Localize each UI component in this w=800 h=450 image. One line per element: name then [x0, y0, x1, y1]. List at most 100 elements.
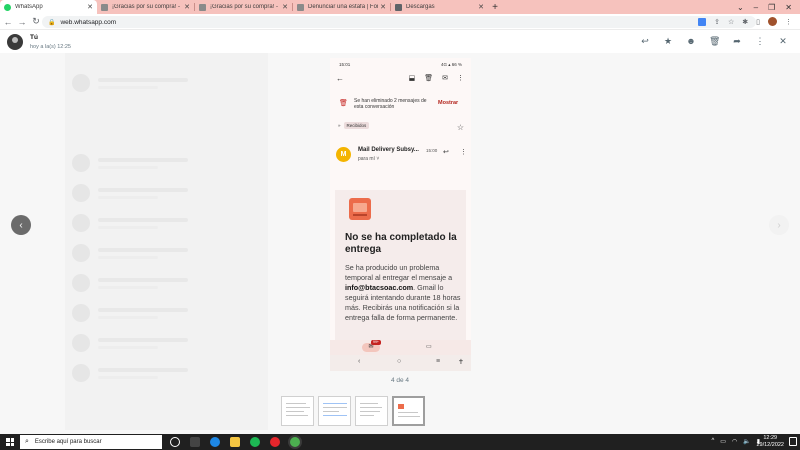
- tab-title: ¡Gracias por su compra! - btacso: [210, 4, 280, 10]
- sender-name: Mail Delivery Subsy...: [358, 147, 419, 153]
- show-button: Mostrar: [438, 100, 459, 106]
- extensions-icon[interactable]: ✱: [742, 18, 748, 26]
- forward-icon[interactable]: ➦: [732, 36, 742, 47]
- list-item: [72, 330, 262, 358]
- system-tray: ^ ▭ ◠ 🔈 ▮: [711, 438, 760, 445]
- opera-icon[interactable]: [270, 437, 280, 447]
- email-address: info@btacsoac.com: [345, 283, 414, 292]
- mail-icon: ✉: [442, 75, 448, 82]
- card-body: Se ha producido un problema temporal al …: [345, 263, 461, 323]
- chrome-icon[interactable]: [290, 437, 300, 447]
- tab-title: Denunciar una estafa | Formulario: [308, 4, 378, 10]
- unread-badge: 99+: [371, 340, 381, 345]
- thumbnail[interactable]: [281, 396, 314, 426]
- list-item: [72, 240, 262, 268]
- lock-icon[interactable]: 🔒: [48, 19, 55, 26]
- tab-title: ¡Gracias por su compra! - btacso: [112, 4, 182, 10]
- card-title: No se ha completado la entrega: [345, 232, 457, 255]
- edge-icon[interactable]: [210, 437, 220, 447]
- star-icon[interactable]: ★: [663, 36, 673, 47]
- next-media-button[interactable]: ›: [769, 215, 789, 235]
- tab-gracias-2[interactable]: ¡Gracias por su compra! - btacso ✕: [195, 0, 292, 14]
- address-bar[interactable]: 🔒 web.whatsapp.com: [42, 16, 756, 28]
- download-icon: [395, 3, 402, 11]
- tab-whatsapp[interactable]: WhatsApp ✕: [0, 0, 97, 14]
- tab-denunciar[interactable]: Denunciar una estafa | Formulario ✕: [293, 0, 390, 14]
- wifi-icon[interactable]: ◠: [732, 438, 737, 445]
- sender-time: 15:00: [426, 148, 438, 153]
- taskbar-search-input[interactable]: ⌕ Escribe aquí para buscar: [20, 435, 162, 449]
- reply-icon: ↩: [443, 149, 449, 156]
- cortana-icon[interactable]: [170, 437, 180, 447]
- importance-icon: »: [338, 123, 341, 128]
- video-icon: ▭: [426, 344, 432, 350]
- delete-icon[interactable]: 🗑: [709, 36, 720, 47]
- sender-row: M Mail Delivery Subsy... 15:00 para mí ˅…: [330, 142, 471, 168]
- profile-avatar[interactable]: [768, 17, 777, 26]
- whatsapp-icon: [4, 3, 11, 11]
- windows-taskbar: ⌕ Escribe aquí para buscar ^ ▭ ◠ 🔈 ▮ 12:…: [0, 434, 800, 450]
- list-item: [72, 70, 262, 98]
- notifications-icon[interactable]: [789, 437, 797, 446]
- phone-status-bar: 15:01 4G ▴ 66 %: [330, 58, 471, 70]
- gmail-app-bar: ← ⬓ 🗑 ✉ ⋮: [330, 72, 471, 88]
- google-translate-icon[interactable]: [698, 17, 707, 26]
- chevron-down-icon[interactable]: ⌄: [737, 3, 744, 12]
- menu-icon[interactable]: ⋮: [755, 36, 765, 47]
- contact-name[interactable]: Tú: [30, 34, 38, 41]
- chevron-up-icon[interactable]: ^: [711, 438, 714, 445]
- list-item: [72, 360, 262, 388]
- star-icon[interactable]: ☆: [728, 18, 734, 26]
- tab-descargas[interactable]: Descargas ✕: [391, 0, 488, 14]
- gmail-bottom-nav: ✉ 99+ ▭: [330, 340, 471, 355]
- reload-icon[interactable]: ↻: [30, 16, 42, 27]
- sender-avatar: M: [336, 147, 351, 162]
- previous-media-button[interactable]: ‹: [11, 215, 31, 235]
- close-window-icon[interactable]: ✕: [785, 3, 792, 12]
- label-row: » Recibidos: [338, 122, 370, 129]
- reply-icon[interactable]: ↩: [640, 36, 650, 47]
- truck-icon: [349, 198, 371, 220]
- thumbnail[interactable]: [318, 396, 351, 426]
- share-icon[interactable]: ⇪: [714, 18, 720, 26]
- home-icon: ○: [397, 358, 402, 365]
- sticker-icon[interactable]: ☻: [686, 36, 696, 47]
- close-icon[interactable]: ✕: [87, 3, 93, 11]
- close-icon[interactable]: ✕: [778, 36, 788, 47]
- thumbnail[interactable]: [355, 396, 388, 426]
- tab-title: WhatsApp: [15, 4, 43, 10]
- new-tab-button[interactable]: +: [488, 0, 502, 14]
- volume-icon[interactable]: 🔈: [743, 438, 750, 445]
- clock-time: 12:29: [763, 435, 778, 441]
- close-icon[interactable]: ✕: [184, 3, 190, 11]
- browser-toolbar: ← → ↻ 🔒 web.whatsapp.com ⇪ ☆ ✱ ▯ ⋮: [0, 14, 800, 30]
- minimize-icon[interactable]: –: [754, 3, 758, 12]
- menu-icon[interactable]: ⋮: [785, 18, 792, 26]
- spotify-icon[interactable]: [250, 437, 260, 447]
- network-icon[interactable]: ▭: [720, 438, 726, 445]
- file-explorer-icon[interactable]: [230, 437, 240, 447]
- thumbnail-selected[interactable]: [392, 396, 425, 426]
- windows-start-icon[interactable]: [6, 438, 14, 446]
- close-icon[interactable]: ✕: [380, 3, 386, 11]
- sidebar-icon[interactable]: ▯: [756, 18, 760, 26]
- search-placeholder: Escribe aquí para buscar: [34, 439, 102, 445]
- recents-icon: ≡: [436, 358, 441, 365]
- list-item: [72, 300, 262, 328]
- close-icon[interactable]: ✕: [282, 3, 288, 11]
- search-icon: ⌕: [25, 438, 29, 445]
- back-icon[interactable]: ←: [2, 17, 14, 27]
- list-item: [72, 270, 262, 298]
- maximize-icon[interactable]: ❐: [768, 3, 775, 12]
- recipient-line: para mí ˅: [358, 156, 380, 162]
- task-view-icon[interactable]: [190, 437, 200, 447]
- tab-gracias-1[interactable]: ¡Gracias por su compra! - btacso ✕: [97, 0, 194, 14]
- menu-icon: ⋮: [460, 149, 467, 156]
- document-icon: [101, 3, 108, 11]
- avatar[interactable]: [7, 34, 23, 50]
- forward-icon[interactable]: →: [16, 17, 28, 27]
- taskbar-clock[interactable]: 12:29 29/12/2022: [756, 435, 784, 449]
- document-icon: [199, 3, 206, 11]
- android-nav-bar: ‹ ○ ≡ ✝: [330, 355, 471, 371]
- close-icon[interactable]: ✕: [478, 3, 484, 11]
